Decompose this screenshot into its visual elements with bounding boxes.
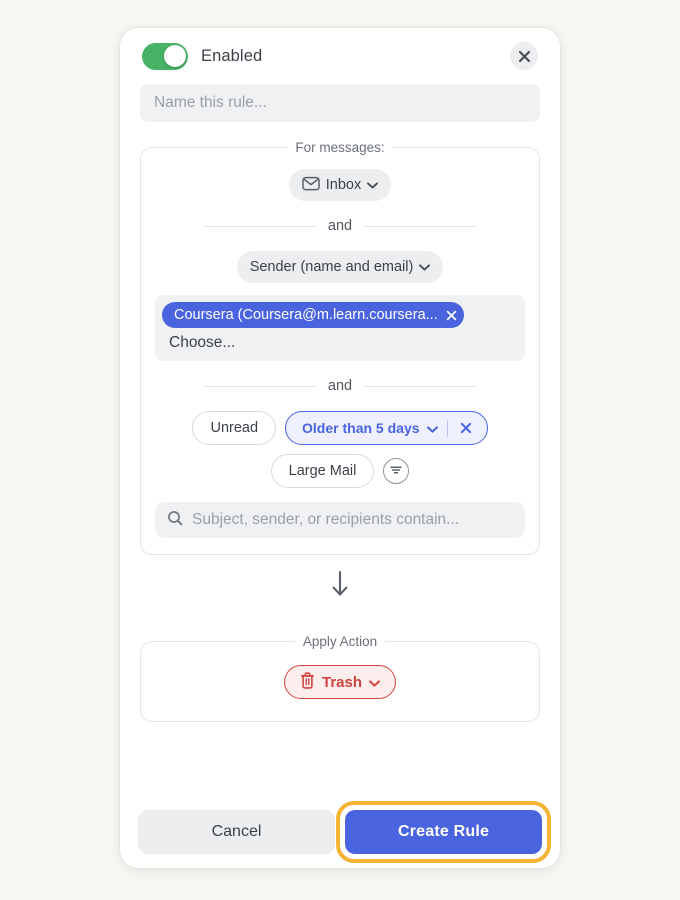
divider-line-right bbox=[364, 385, 477, 387]
close-icon bbox=[518, 50, 531, 63]
close-icon[interactable] bbox=[446, 310, 457, 321]
filter-chip-unread[interactable]: Unread bbox=[192, 411, 277, 445]
arrow-down-icon bbox=[330, 570, 350, 603]
envelope-icon bbox=[302, 176, 320, 195]
search-input[interactable] bbox=[192, 502, 513, 538]
search-field[interactable] bbox=[155, 502, 525, 538]
close-button[interactable] bbox=[510, 42, 538, 70]
search-icon bbox=[167, 510, 183, 531]
conditions-legend: For messages: bbox=[295, 140, 385, 155]
action-chip-label: Trash bbox=[321, 673, 363, 691]
enabled-toggle[interactable] bbox=[142, 42, 188, 70]
rule-name-input[interactable] bbox=[140, 84, 540, 122]
and-label: and bbox=[327, 378, 353, 394]
chip-divider bbox=[446, 419, 448, 437]
and-label: and bbox=[327, 218, 353, 234]
sender-value-box[interactable]: Coursera (Coursera@m.learn.coursera... C… bbox=[155, 295, 525, 361]
dialog-header: Enabled bbox=[140, 28, 540, 84]
filter-chips-row-1: Unread Older than 5 days bbox=[155, 411, 525, 445]
filter-chip-large-mail[interactable]: Large Mail bbox=[270, 454, 375, 488]
close-icon[interactable] bbox=[457, 422, 475, 434]
more-filters-button[interactable] bbox=[383, 458, 410, 484]
create-rule-button[interactable]: Create Rule bbox=[345, 810, 542, 854]
action-chip-row: Trash bbox=[155, 665, 525, 699]
flow-arrow-row bbox=[140, 555, 540, 616]
create-rule-dialog: Enabled For messages: bbox=[120, 28, 560, 868]
dialog-footer: Cancel Create Rule bbox=[120, 796, 560, 868]
filter-chip-older-than[interactable]: Older than 5 days bbox=[285, 411, 488, 445]
enabled-label: Enabled bbox=[201, 46, 263, 65]
divider-line-left bbox=[203, 225, 316, 227]
chevron-down-icon[interactable] bbox=[426, 420, 438, 436]
and-divider-2: and bbox=[169, 378, 511, 394]
action-legend: Apply Action bbox=[302, 634, 378, 649]
sender-chip-row: Sender (name and email) bbox=[155, 251, 525, 283]
sender-choose-placeholder[interactable]: Choose... bbox=[169, 334, 518, 352]
action-group: Apply Action Trash bbox=[140, 634, 540, 722]
toggle-knob bbox=[163, 45, 186, 67]
mailbox-chip-label: Inbox bbox=[325, 177, 362, 193]
sender-field-chip[interactable]: Sender (name and email) bbox=[236, 251, 444, 283]
conditions-group: For messages: Inbox and Sender (name and… bbox=[140, 140, 540, 555]
filter-chip-label: Large Mail bbox=[288, 463, 357, 479]
divider-line-right bbox=[364, 225, 477, 227]
app-background: Enabled For messages: bbox=[0, 0, 680, 900]
filter-chips-row-2: Large Mail bbox=[155, 454, 525, 488]
and-divider-1: and bbox=[169, 218, 511, 234]
action-chip-trash[interactable]: Trash bbox=[283, 665, 397, 699]
trash-icon bbox=[300, 671, 315, 693]
chevron-down-icon bbox=[367, 177, 379, 193]
sender-token-label: Coursera (Coursera@m.learn.coursera... bbox=[174, 307, 438, 323]
sender-token[interactable]: Coursera (Coursera@m.learn.coursera... bbox=[162, 302, 464, 328]
filter-lines-icon bbox=[389, 464, 403, 479]
mailbox-chip[interactable]: Inbox bbox=[288, 169, 392, 201]
dialog-body: Enabled For messages: bbox=[120, 28, 560, 796]
cancel-button[interactable]: Cancel bbox=[138, 810, 335, 854]
chevron-down-icon bbox=[369, 674, 381, 691]
filter-chip-label: Unread bbox=[210, 420, 259, 436]
filter-chip-label: Older than 5 days bbox=[302, 420, 420, 436]
divider-line-left bbox=[203, 385, 316, 387]
create-rule-highlight: Create Rule bbox=[336, 801, 551, 863]
mailbox-chip-row: Inbox bbox=[155, 169, 525, 201]
chevron-down-icon bbox=[419, 259, 431, 275]
sender-chip-label: Sender (name and email) bbox=[249, 259, 414, 275]
